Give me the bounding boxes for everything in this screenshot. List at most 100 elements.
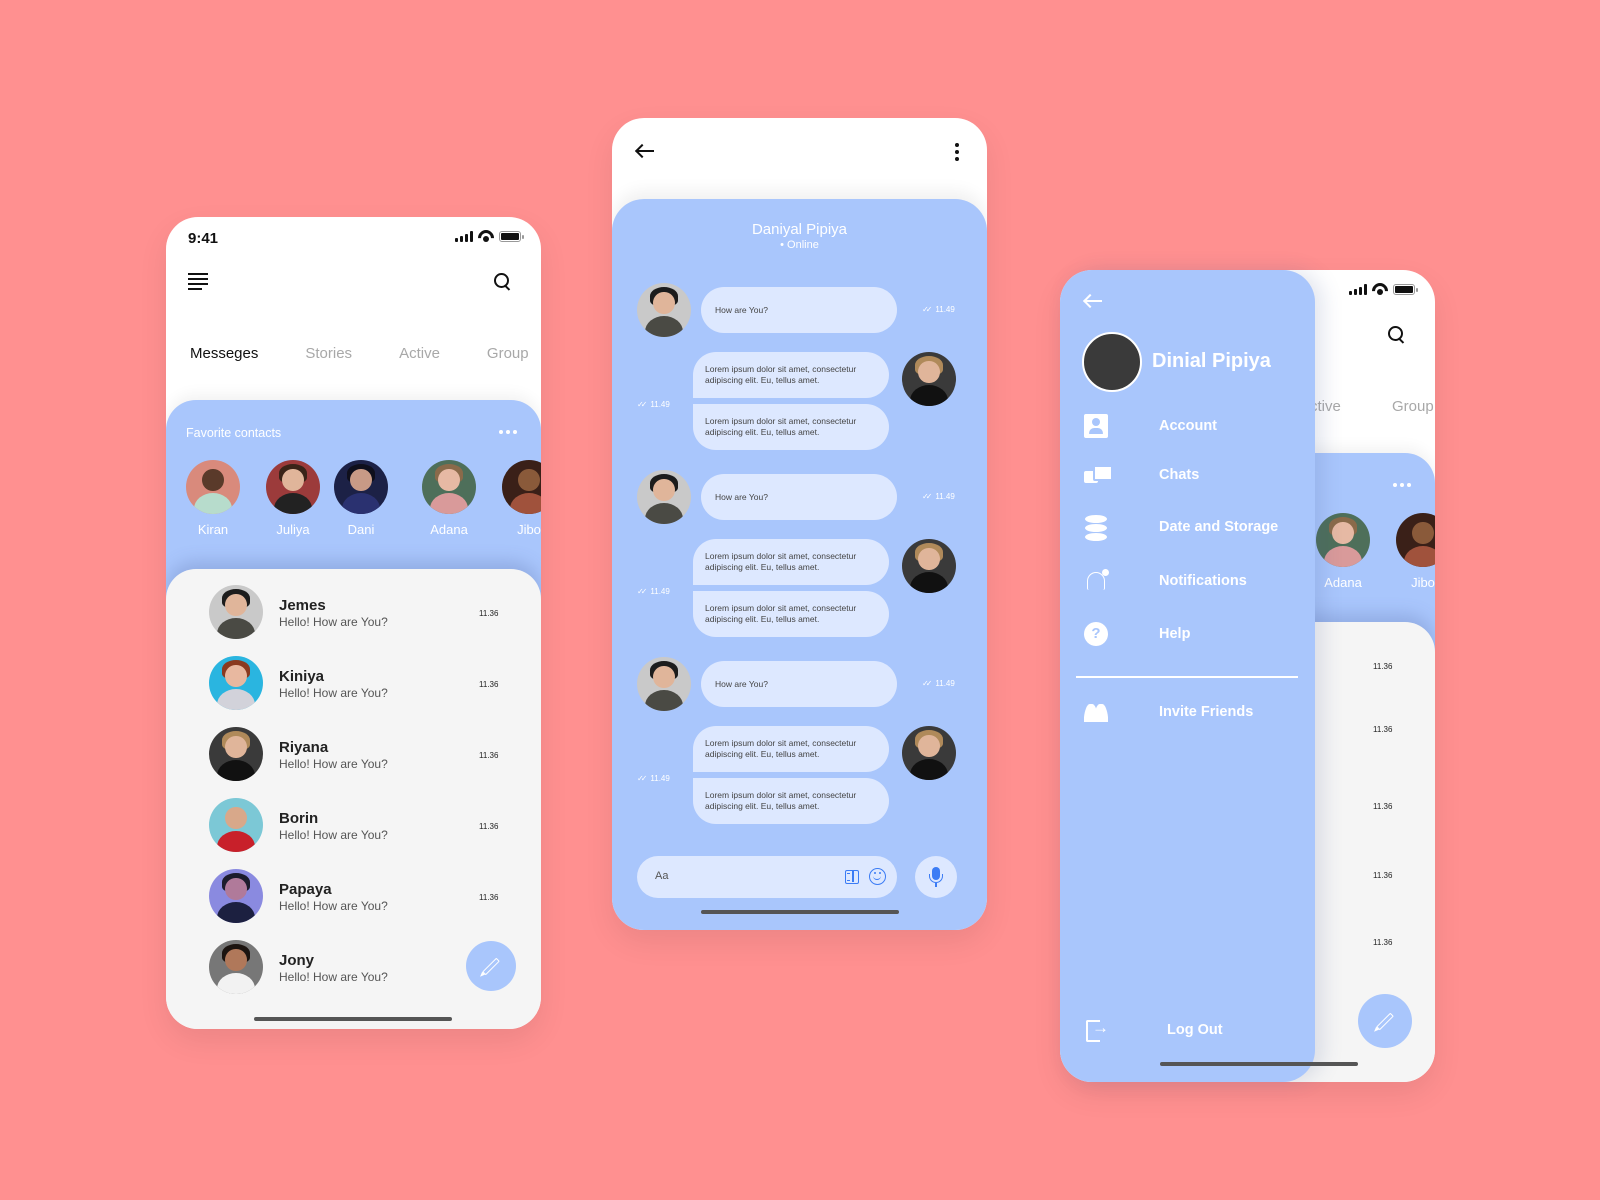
- favorite-contact[interactable]: Jibo: [502, 460, 541, 537]
- avatar: [334, 460, 388, 514]
- avatar: [209, 798, 263, 852]
- search-icon[interactable]: [1387, 325, 1407, 345]
- avatar: [266, 460, 320, 514]
- message-time: 11.36: [479, 609, 499, 618]
- contact-name: Borin: [279, 810, 319, 827]
- favorite-contacts-title: Favorite contacts: [186, 426, 282, 440]
- search-icon[interactable]: [493, 272, 513, 292]
- message-meta: ✓✓ 11.49: [637, 400, 670, 409]
- signal-icon: [455, 230, 473, 242]
- status-time: 9:41: [188, 230, 219, 247]
- status-icons: [1349, 283, 1418, 295]
- message-time: 11.36: [479, 751, 499, 760]
- message-meta: ✓✓ 11.49: [922, 492, 955, 501]
- attachment-icon[interactable]: [845, 870, 859, 884]
- avatar: [502, 460, 541, 514]
- back-arrow-icon[interactable]: [1084, 294, 1102, 308]
- recipient-avatar: [902, 539, 956, 593]
- contact-name: Jemes: [279, 597, 326, 614]
- message-time: 11.36: [1373, 662, 1393, 671]
- pencil-icon: [482, 957, 500, 975]
- drawer-item-data-storage[interactable]: Date and Storage: [1084, 513, 1304, 543]
- drawer-item-notifications[interactable]: Notifications: [1084, 567, 1304, 597]
- drawer-item-chats[interactable]: Chats: [1084, 461, 1304, 491]
- favorite-contact[interactable]: Kiran: [186, 460, 240, 537]
- sender-avatar: [637, 470, 691, 524]
- chat-list-item[interactable]: Kiniya Hello! How are You? 11.36: [209, 656, 509, 712]
- tab-stories[interactable]: Stories: [305, 345, 352, 362]
- read-check-icon: ✓✓: [637, 400, 648, 409]
- drawer-item-logout[interactable]: Log Out: [1084, 1016, 1304, 1046]
- read-check-icon: ✓✓: [637, 587, 648, 596]
- chats-icon: [1084, 463, 1113, 487]
- message-preview: Hello! How are You?: [279, 757, 388, 771]
- favorite-contact[interactable]: Juliya: [266, 460, 320, 537]
- message-meta: ✓✓ 11.49: [637, 774, 670, 783]
- message-bubble-incoming: How are You?: [701, 474, 897, 520]
- emoji-icon[interactable]: [869, 868, 886, 885]
- compose-button[interactable]: [466, 941, 516, 991]
- profile-name: Dinial Pipiya: [1152, 350, 1271, 372]
- wifi-icon: [478, 230, 494, 242]
- message-time: 11.36: [479, 893, 499, 902]
- chat-list-item[interactable]: Jony Hello! How are You?: [209, 940, 509, 996]
- recipient-avatar: [902, 726, 956, 780]
- back-arrow-icon[interactable]: [636, 144, 654, 158]
- message-preview: Hello! How are You?: [279, 899, 388, 913]
- message-input[interactable]: Aa: [637, 856, 897, 898]
- chat-list-item[interactable]: Borin Hello! How are You? 11.36: [209, 798, 509, 854]
- logout-icon: [1084, 1018, 1109, 1042]
- message-bubble-outgoing: Lorem ipsum dolor sit amet, consectetur …: [693, 404, 889, 450]
- drawer-item-label: Log Out: [1167, 1022, 1223, 1038]
- message-bubble-incoming: How are You?: [701, 661, 897, 707]
- sender-avatar: [637, 283, 691, 337]
- more-options-icon[interactable]: [1393, 483, 1411, 487]
- conversation-screen: Daniyal Pipiya • Online How are You? ✓✓ 1…: [612, 118, 987, 930]
- home-indicator: [701, 910, 899, 914]
- read-check-icon: ✓✓: [922, 492, 933, 501]
- avatar: [422, 460, 476, 514]
- message-meta: ✓✓ 11.49: [922, 305, 955, 314]
- tab-active[interactable]: Active: [399, 345, 440, 362]
- drawer-item-invite-friends[interactable]: Invite Friends: [1084, 698, 1304, 728]
- drawer-item-label: Help: [1159, 626, 1191, 642]
- avatar: [209, 940, 263, 994]
- tab-group[interactable]: Group: [487, 345, 529, 362]
- more-options-icon[interactable]: [499, 430, 517, 434]
- chat-panel: Daniyal Pipiya • Online How are You? ✓✓ 1…: [612, 199, 987, 930]
- tab-group[interactable]: Group: [1392, 398, 1434, 415]
- contact-name: Daniyal Pipiya: [751, 221, 848, 238]
- favorite-contact[interactable]: Jibo: [1396, 513, 1435, 590]
- message-bubble-outgoing: Lorem ipsum dolor sit amet, consectetur …: [693, 591, 889, 637]
- menu-icon[interactable]: [188, 273, 208, 290]
- contact-name: Riyana: [279, 739, 329, 756]
- contact-name: Dani: [347, 522, 375, 537]
- message-meta: ✓✓ 11.49: [637, 587, 670, 596]
- chat-list-item[interactable]: Papaya Hello! How are You? 11.36: [209, 869, 509, 925]
- message-preview: Hello! How are You?: [279, 828, 388, 842]
- contact-name: Jibo: [517, 522, 541, 537]
- more-options-icon[interactable]: [955, 143, 959, 161]
- compose-button[interactable]: [1358, 994, 1412, 1048]
- drawer-item-account[interactable]: Account: [1084, 412, 1304, 442]
- recipient-avatar: [902, 352, 956, 406]
- chat-list-item[interactable]: Jemes Hello! How are You? 11.36: [209, 585, 509, 641]
- favorite-contact[interactable]: Dani: [334, 460, 388, 537]
- tab-bar: Messeges Stories Active Group: [190, 345, 541, 362]
- contact-name: Adana: [430, 522, 468, 537]
- profile-avatar[interactable]: [1082, 332, 1142, 392]
- drawer-item-label: Chats: [1159, 467, 1200, 483]
- favorite-contact[interactable]: Adana: [422, 460, 476, 537]
- message-time: 11.36: [1373, 938, 1393, 947]
- chat-list: Jemes Hello! How are You? 11.36 Kiniya H…: [166, 569, 541, 1029]
- drawer-item-help[interactable]: ? Help: [1084, 620, 1304, 650]
- navigation-drawer: Dinial Pipiya Account Chats Date and Sto…: [1060, 270, 1315, 1082]
- message-preview: Hello! How are You?: [279, 686, 388, 700]
- tab-messages[interactable]: Messeges: [190, 345, 258, 362]
- message-preview: Hello! How are You?: [279, 615, 388, 629]
- database-icon: [1084, 515, 1108, 541]
- favorite-contact[interactable]: Adana: [1316, 513, 1370, 590]
- voice-message-button[interactable]: [915, 856, 957, 898]
- chat-list-item[interactable]: Riyana Hello! How are You? 11.36: [209, 727, 509, 783]
- contact-name: Kiniya: [279, 668, 325, 685]
